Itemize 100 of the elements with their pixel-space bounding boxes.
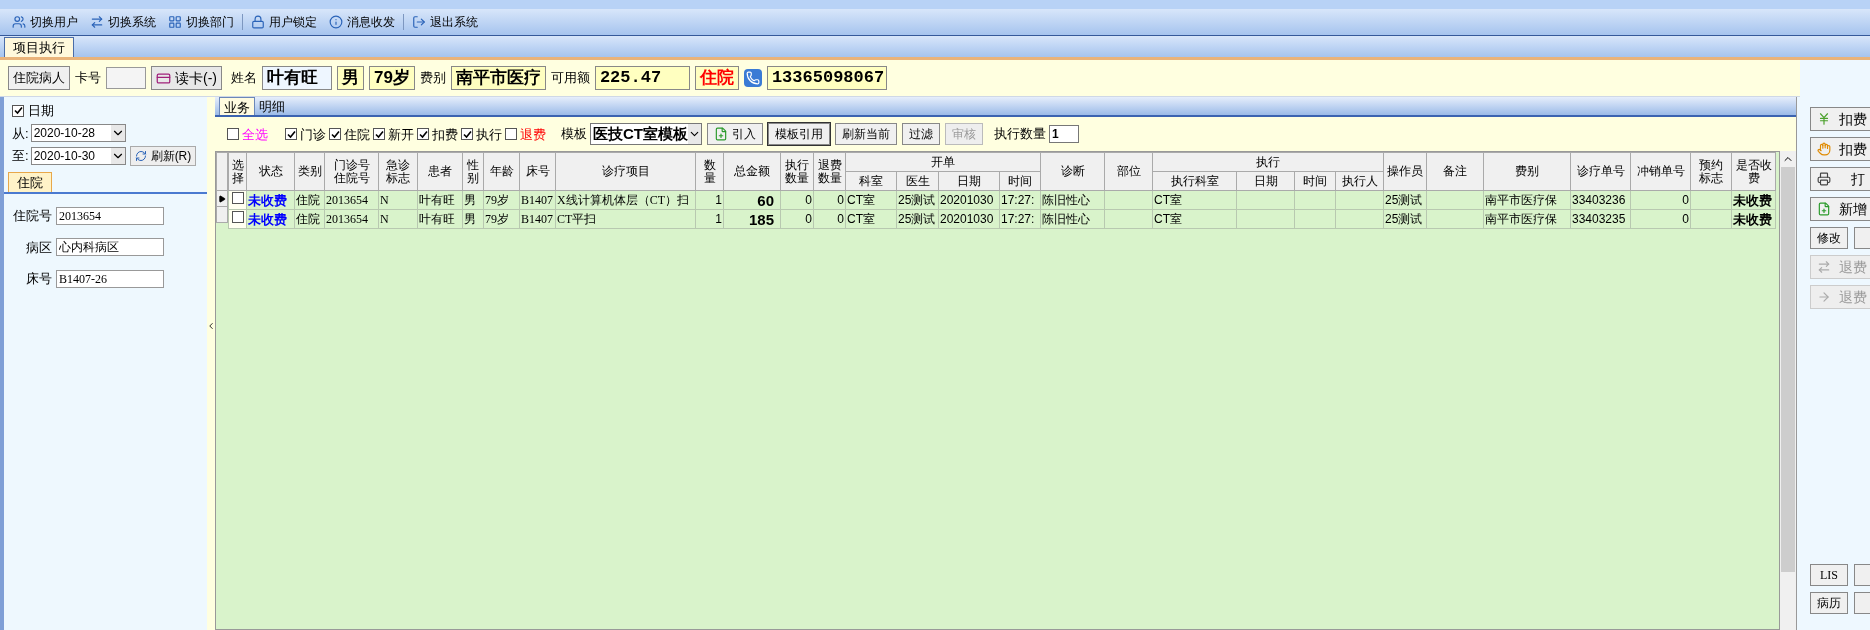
to-date-picker[interactable]: 2020-10-30 bbox=[30, 147, 126, 165]
field-label: 住院号 bbox=[12, 207, 52, 225]
collapse-icon[interactable] bbox=[206, 321, 216, 331]
panel-button[interactable]: LIS bbox=[1810, 564, 1848, 586]
toolbar-button[interactable]: 引入 bbox=[707, 123, 763, 145]
column-header: 性别 bbox=[462, 152, 484, 191]
table-cell: CT室 bbox=[847, 192, 875, 207]
file-plus-icon bbox=[1817, 202, 1831, 216]
column-header: 年龄 bbox=[483, 152, 520, 191]
table-cell: 25测试 bbox=[898, 192, 936, 207]
table-cell: 25测试 bbox=[898, 211, 936, 226]
panel-button[interactable]: 新增 bbox=[1810, 197, 1870, 221]
checkbox[interactable] bbox=[417, 128, 429, 140]
info-icon bbox=[329, 15, 343, 29]
patient-name: 叶有旺 bbox=[262, 66, 332, 90]
info-field[interactable]: 2013654 bbox=[56, 206, 164, 225]
scroll-thumb[interactable] bbox=[1781, 167, 1795, 572]
column-header: 数量 bbox=[695, 152, 724, 191]
checkbox[interactable] bbox=[285, 128, 297, 140]
column-header: 开单 bbox=[845, 152, 1041, 172]
checkbox[interactable] bbox=[227, 128, 239, 140]
table-cell: 1 bbox=[715, 192, 722, 207]
patient-type-button[interactable]: 住院病人 bbox=[8, 66, 70, 90]
dropdown-icon bbox=[688, 124, 701, 144]
current-row-icon bbox=[218, 194, 226, 203]
toolbar-button[interactable]: 过滤 bbox=[902, 123, 940, 145]
patient-sex: 男 bbox=[337, 66, 364, 90]
row-checkbox[interactable] bbox=[231, 192, 244, 204]
table-cell: 南平市医疗保 bbox=[1485, 211, 1557, 226]
main-tab[interactable]: 项目执行 bbox=[4, 37, 74, 57]
read-card-button[interactable]: 读卡(-) bbox=[151, 66, 222, 90]
panel-button[interactable]: 扣费 bbox=[1810, 137, 1870, 161]
dropdown-icon bbox=[110, 125, 125, 142]
panel-button[interactable]: 病历 bbox=[1810, 592, 1848, 614]
table-cell: 0 bbox=[837, 192, 844, 207]
exec-count-field[interactable]: 1 bbox=[1049, 125, 1079, 143]
table-cell: 2013654 bbox=[326, 192, 368, 207]
panel-button[interactable]: 扣费 bbox=[1810, 107, 1870, 131]
table-cell: N bbox=[380, 192, 389, 207]
row-checkbox[interactable] bbox=[231, 211, 244, 223]
checkbox[interactable] bbox=[461, 128, 473, 140]
subtab[interactable]: 明细 bbox=[255, 97, 289, 115]
toolbar-button[interactable]: 退出系统 bbox=[408, 11, 482, 33]
vertical-scrollbar[interactable] bbox=[1780, 151, 1796, 630]
info-field[interactable]: 心内科病区 bbox=[56, 238, 164, 257]
panel-button[interactable]: 修改 bbox=[1810, 227, 1848, 249]
column-header: 冲销单号 bbox=[1630, 152, 1691, 191]
phone-icon bbox=[743, 69, 762, 87]
table-cell: 79岁 bbox=[485, 192, 509, 207]
refresh-button[interactable]: 刷新(R) bbox=[129, 146, 197, 166]
toolbar-button[interactable]: 模板引用 bbox=[768, 123, 830, 145]
table-cell: 60 bbox=[757, 191, 774, 209]
panel-button[interactable]: 打 bbox=[1810, 167, 1870, 191]
checkbox[interactable] bbox=[373, 128, 385, 140]
column-header: 预约标志 bbox=[1690, 152, 1732, 191]
table-cell: 25测试 bbox=[1385, 211, 1423, 226]
date-checkbox[interactable] bbox=[12, 104, 24, 117]
column-header: 急诊标志 bbox=[378, 152, 418, 191]
checkbox-label: 全选 bbox=[242, 126, 268, 142]
checkbox-label: 扣费 bbox=[432, 126, 458, 142]
toolbar-button[interactable]: 切换部门 bbox=[164, 11, 238, 33]
exit-icon bbox=[412, 15, 426, 29]
toolbar-button[interactable]: 切换用户 bbox=[8, 11, 82, 33]
left-tab[interactable]: 住院 bbox=[8, 172, 52, 192]
column-header: 执行数量 bbox=[780, 152, 814, 191]
field-label: 姓名 bbox=[231, 69, 257, 88]
table-cell: 25测试 bbox=[1385, 192, 1423, 207]
table-cell: 住院 bbox=[296, 211, 320, 226]
table-cell: 20201030 bbox=[940, 211, 994, 226]
template-select[interactable]: 医技CT室模板 bbox=[590, 123, 702, 145]
column-header: 退费数量 bbox=[813, 152, 846, 191]
table-cell: X线计算机体层（CT）扫 bbox=[557, 192, 689, 207]
row-indicator[interactable] bbox=[216, 191, 228, 207]
checkbox[interactable] bbox=[329, 128, 341, 140]
toolbar-button[interactable]: 消息收发 bbox=[325, 11, 399, 33]
table-cell: CT室 bbox=[1154, 211, 1182, 226]
table-cell: 叶有旺 bbox=[419, 192, 455, 207]
checkbox[interactable] bbox=[505, 128, 517, 140]
field-label: 可用额 bbox=[550, 69, 590, 88]
toolbar-button[interactable]: 刷新当前 bbox=[835, 123, 897, 145]
table-cell: 叶有旺 bbox=[419, 211, 455, 226]
toolbar-button[interactable]: 用户锁定 bbox=[247, 11, 321, 33]
table-cell: 未收费 bbox=[1733, 192, 1772, 208]
subtab[interactable]: 业务 bbox=[219, 97, 255, 115]
column-header: 执行 bbox=[1152, 152, 1384, 172]
phone-number: 13365098067 bbox=[766, 66, 887, 90]
column-header: 操作员 bbox=[1383, 152, 1427, 191]
info-field[interactable]: B1407-26 bbox=[56, 269, 164, 288]
checkbox-label: 新开 bbox=[388, 126, 414, 142]
grid-icon bbox=[168, 15, 182, 29]
card-field[interactable] bbox=[106, 67, 146, 89]
from-date-picker[interactable]: 2020-10-28 bbox=[30, 124, 126, 143]
patient-age: 79岁 bbox=[369, 66, 415, 90]
table-cell: 1 bbox=[715, 211, 722, 226]
table-cell: 男 bbox=[464, 192, 476, 207]
table-cell: 2013654 bbox=[326, 211, 368, 226]
lock-icon bbox=[251, 15, 265, 29]
toolbar-button[interactable]: 切换系统 bbox=[86, 11, 160, 33]
checkbox-label: 日期 bbox=[28, 102, 54, 120]
admission-status: 住院 bbox=[694, 66, 739, 90]
